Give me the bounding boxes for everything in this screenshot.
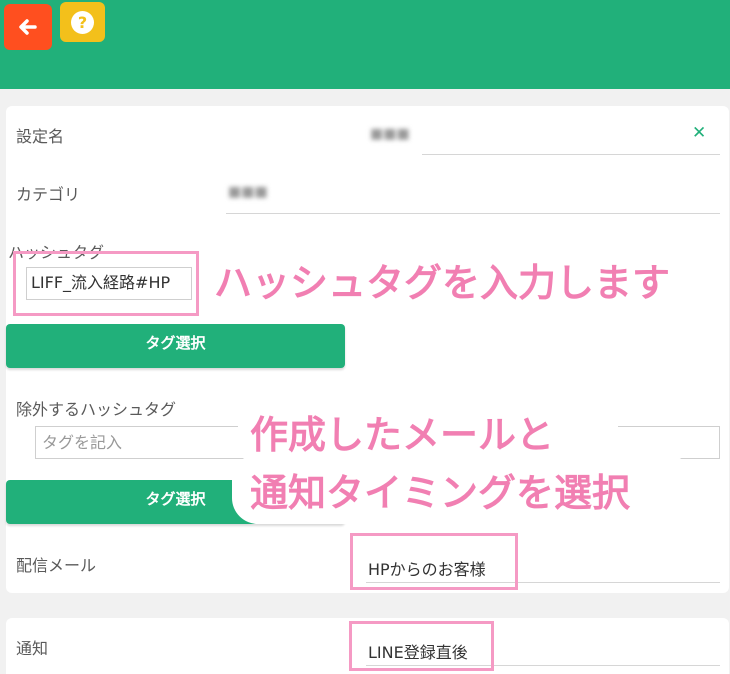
question-icon: ? [71,11,94,34]
back-button[interactable] [4,4,52,50]
setting-name-underline [422,154,720,155]
help-button[interactable]: ? [60,2,105,42]
hashtag-callout: ハッシュタグを入力します [214,261,671,305]
delivery-mail-label: 配信メール [16,556,97,575]
setting-name-label: 設定名 [16,127,65,146]
setting-name-value-blurred: ■■■ [370,126,410,142]
notification-highlight-frame [349,621,494,671]
notification-label: 通知 [16,639,49,658]
arrow-left-icon [19,19,37,35]
notification-card: 通知 LINE登録直後 [6,618,729,674]
mail-callout-line1: 作成したメールと [250,413,555,457]
hashtag-highlight-frame [13,251,199,316]
category-underline[interactable] [226,213,720,214]
category-value-blurred: ■■■ [228,184,268,200]
mail-callout-line2: 通知タイミングを選択 [250,471,631,515]
exclude-hashtag-label: 除外するハッシュタグ [16,400,177,419]
tag-select-button[interactable]: タグ選択 [6,324,345,368]
clear-icon[interactable]: ✕ [692,123,706,143]
category-label: カテゴリ [16,185,81,204]
app-header: ? [0,0,730,89]
delivery-mail-highlight-frame [350,533,518,590]
